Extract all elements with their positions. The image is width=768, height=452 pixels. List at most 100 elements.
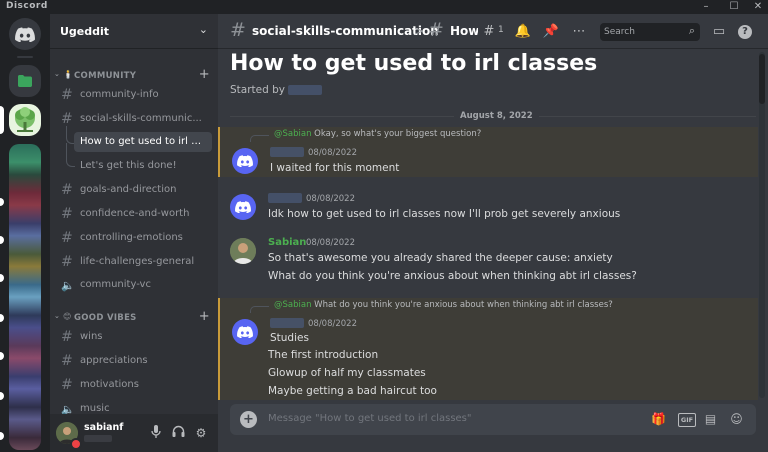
dnd-status-icon	[70, 438, 82, 450]
threads-icon[interactable]: #	[480, 23, 498, 41]
message-item[interactable]: Sabian 08/08/2022 So that's awesome you …	[218, 232, 756, 292]
close-button[interactable]: ✕	[746, 0, 768, 14]
channel-label: community-vc	[80, 279, 151, 290]
emoji-icon[interactable]: ☺	[728, 411, 745, 428]
maximize-button[interactable]: ☐	[722, 0, 746, 14]
message-continuation[interactable]: The first introduction Glowup of half my…	[218, 348, 756, 408]
channel-goals[interactable]: # goals-and-direction	[56, 180, 212, 200]
discord-avatar-icon	[235, 201, 251, 213]
gear-icon[interactable]: ⚙	[193, 425, 209, 441]
channel-label: music	[80, 403, 110, 414]
home-button[interactable]	[9, 18, 41, 50]
hash-icon: #	[61, 377, 73, 393]
message-text: Idk how to get used to irl classes now I…	[268, 208, 621, 220]
minimize-button[interactable]: –	[694, 0, 718, 14]
server-ugeddit[interactable]	[9, 104, 41, 136]
channel-community-info[interactable]: # community-info	[56, 85, 212, 105]
channel-life[interactable]: # life-challenges-general	[56, 252, 212, 272]
channel-appreciations[interactable]: # appreciations	[56, 351, 212, 371]
starter-name-blurred[interactable]	[288, 85, 323, 95]
discord-avatar-icon	[237, 155, 253, 167]
reply-text: Okay, so what's your biggest question?	[314, 129, 482, 139]
category-emoji: 🕯️	[63, 70, 74, 79]
channel-wins[interactable]: # wins	[56, 327, 212, 347]
reply-author: @Sabian	[274, 129, 312, 139]
search-box[interactable]: ⌕	[600, 23, 700, 41]
channel-motivations[interactable]: # motivations	[56, 375, 212, 395]
message-text: Glowup of half my classmates	[268, 367, 426, 379]
started-by-label: Started by	[230, 84, 285, 96]
avatar[interactable]	[230, 194, 256, 220]
channel-confidence[interactable]: # confidence-and-worth	[56, 204, 212, 224]
message-item[interactable]: @Sabian Okay, so what's your biggest que…	[218, 127, 758, 177]
server-rail	[0, 14, 50, 452]
category-community[interactable]: ⌄ 🕯️ COMMUNITY +	[54, 67, 214, 84]
thread-channel-icon: #	[230, 19, 246, 41]
main-content: # social-skills-communication > # How # …	[218, 14, 768, 452]
channel-community-vc[interactable]: 🔈 community-vc	[56, 275, 212, 295]
hash-icon: #	[61, 206, 73, 222]
discord-logo-icon	[15, 26, 35, 42]
pin-icon[interactable]: 📌	[542, 23, 560, 41]
thread-how-to-get-used[interactable]: How to get used to irl cla...	[74, 132, 212, 152]
unread-indicator	[0, 352, 4, 360]
unread-indicator	[0, 198, 4, 206]
message-composer[interactable]: + Message "How to get used to irl classe…	[230, 404, 756, 435]
server-list-blurred[interactable]	[9, 144, 41, 450]
bell-icon[interactable]: 🔔	[514, 23, 532, 41]
gif-button[interactable]: GIF	[678, 413, 696, 427]
add-channel-icon[interactable]: +	[199, 67, 210, 82]
message-timestamp: 08/08/2022	[306, 238, 355, 248]
title-bar: Discord – ☐ ✕	[0, 0, 768, 14]
thread-label: Let's get this done!	[80, 160, 177, 171]
channel-label: controlling-emotions	[80, 232, 183, 243]
author-name-blurred[interactable]	[270, 147, 304, 157]
channel-label: appreciations	[80, 355, 148, 366]
unread-indicator	[0, 236, 4, 244]
author-name-blurred[interactable]	[268, 193, 302, 203]
help-icon[interactable]: ?	[738, 25, 752, 39]
server-header[interactable]: Ugeddit ⌄	[50, 14, 218, 49]
category-good-vibes[interactable]: ⌄ 😊 GOOD VIBES +	[54, 309, 214, 326]
add-channel-icon[interactable]: +	[199, 309, 210, 324]
server-folder[interactable]	[9, 65, 41, 97]
channel-name[interactable]: social-skills-communication	[252, 24, 439, 38]
search-input[interactable]	[604, 25, 682, 39]
channel-label: motivations	[80, 379, 139, 390]
channel-emotions[interactable]: # controlling-emotions	[56, 228, 212, 248]
user-photo-icon	[230, 238, 256, 264]
gift-icon[interactable]: 🎁	[650, 411, 667, 428]
message-text: The first introduction	[268, 349, 379, 361]
thread-name: How	[450, 24, 478, 38]
message-timestamp: 08/08/2022	[308, 319, 357, 329]
avatar[interactable]	[232, 319, 258, 345]
channel-label: wins	[80, 331, 103, 342]
reply-preview[interactable]: @Sabian What do you think you're anxious…	[274, 300, 613, 310]
hash-icon: #	[61, 353, 73, 369]
thread-lets-get-this-done[interactable]: Let's get this done!	[74, 156, 212, 176]
scrollbar-thumb[interactable]	[759, 54, 765, 104]
hash-icon: #	[61, 329, 73, 345]
message-author[interactable]: Sabian	[268, 237, 306, 248]
mic-icon[interactable]	[148, 425, 164, 441]
unread-indicator	[0, 274, 4, 282]
message-input-placeholder[interactable]: Message "How to get used to irl classes"	[268, 413, 472, 424]
channel-social-skills[interactable]: # social-skills-communic...	[56, 109, 212, 129]
started-by: Started by	[230, 84, 323, 96]
category-label: COMMUNITY	[74, 71, 137, 81]
avatar[interactable]	[230, 238, 256, 264]
message-text: Maybe getting a bad haircut too	[268, 385, 437, 397]
channel-label: goals-and-direction	[80, 184, 177, 195]
sticker-icon[interactable]: ▤	[702, 411, 719, 428]
inbox-icon[interactable]: ▭	[710, 23, 728, 41]
more-icon[interactable]: ⋯	[570, 23, 588, 41]
author-name-blurred[interactable]	[270, 318, 304, 328]
message-timestamp: 08/08/2022	[306, 194, 355, 204]
thread-title: How to get used to irl classes	[230, 51, 598, 76]
message-item[interactable]: 08/08/2022 Idk how to get used to irl cl…	[218, 188, 756, 228]
reply-preview[interactable]: @Sabian Okay, so what's your biggest que…	[274, 129, 481, 139]
message-text: What do you think you're anxious about w…	[268, 270, 637, 282]
add-attachment-button[interactable]: +	[240, 411, 257, 428]
avatar[interactable]	[232, 148, 258, 174]
headphones-icon[interactable]	[170, 425, 186, 441]
